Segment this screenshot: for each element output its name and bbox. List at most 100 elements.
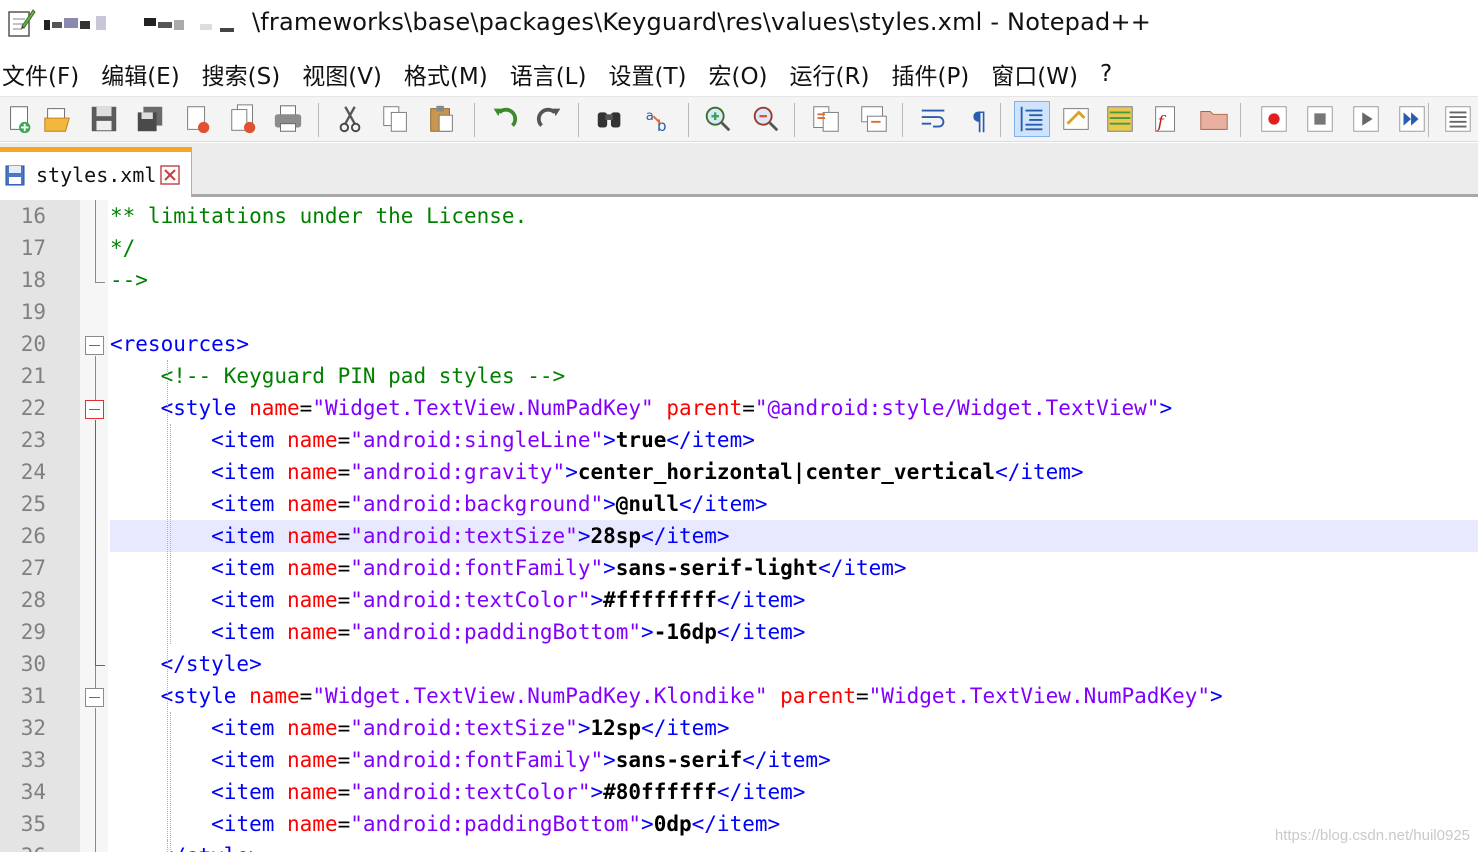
save-all-icon [137,106,163,132]
code-line[interactable]: 24 <item name="android:gravity">center_h… [0,456,1478,488]
copy-icon [383,106,407,132]
code-line[interactable]: 16 ** limitations under the License. [0,200,1478,232]
menu-format[interactable]: 格式(M) [404,57,488,91]
code-token: = [337,428,351,452]
cut-button[interactable] [332,101,368,137]
function-list-button[interactable]: f [1148,101,1184,137]
fold-toggle-style-numpadkey[interactable] [85,400,104,419]
replace-button[interactable]: ab [640,101,676,137]
zoom-out-button[interactable] [748,101,784,137]
code-line[interactable]: 33 <item name="android:fontFamily">sans-… [0,744,1478,776]
menu-window[interactable]: 窗口(W) [991,57,1078,91]
code-token: "android:textSize" [350,716,578,740]
code-token: */ [110,236,136,260]
code-token: </item> [995,460,1084,484]
code-token: name [287,460,338,484]
line-number: 25 [20,492,46,516]
close-button[interactable] [180,101,216,137]
line-number: 19 [20,300,46,324]
save-macro-button[interactable] [1440,101,1476,137]
redo-button[interactable] [532,101,568,137]
code-line[interactable]: 20 <resources> [0,328,1478,360]
new-file-button[interactable] [2,101,38,137]
save-all-button[interactable] [132,101,168,137]
code-token: > [641,620,654,644]
menu-macro[interactable]: 宏(O) [708,57,767,91]
sync-vertical-button[interactable] [808,101,844,137]
watermark: https://blog.csdn.net/huil0925 [1274,827,1470,844]
menu-edit[interactable]: 编辑(E) [101,57,179,91]
code-line[interactable]: 35 <item name="android:paddingBottom">0d… [0,808,1478,840]
indent-guide-button[interactable] [1014,101,1050,137]
code-line[interactable]: 17 */ [0,232,1478,264]
play-macro-button[interactable] [1348,101,1384,137]
menu-run[interactable]: 运行(R) [790,57,870,91]
menu-search[interactable]: 搜索(S) [202,57,281,91]
fold-toggle-style-klondike[interactable] [85,688,104,707]
code-line[interactable]: 18 --> [0,264,1478,296]
code-token: "android:textColor" [350,780,591,804]
word-wrap-icon [921,109,945,128]
code-line[interactable]: 22 <style name="Widget.TextView.NumPadKe… [0,392,1478,424]
undo-button[interactable] [486,101,522,137]
menu-settings[interactable]: 设置(T) [608,57,686,91]
code-line[interactable]: 19 [0,296,1478,328]
code-text: */ [110,232,135,264]
menu-bar: 文件(F) 编辑(E) 搜索(S) 视图(V) 格式(M) 语言(L) 设置(T) 宏(O) 运… [0,54,1478,94]
code-line[interactable]: 23 <item name="android:singleLine">true<… [0,424,1478,456]
zoom-in-button[interactable] [700,101,736,137]
tab-styles-xml[interactable]: styles.xml [0,147,192,197]
close-tab-icon[interactable] [160,164,181,185]
code-line[interactable]: 26 <item name="android:textSize">28sp</i… [0,520,1478,552]
paste-button[interactable] [424,101,460,137]
menu-plugins[interactable]: 插件(P) [891,57,969,91]
menu-file[interactable]: 文件(F) [2,57,79,91]
code-token: name [287,428,338,452]
code-line[interactable]: 27 <item name="android:fontFamily">sans-… [0,552,1478,584]
language-button[interactable] [1058,101,1094,137]
save-button[interactable] [86,101,122,137]
code-token: = [337,524,351,548]
code-token: <item [211,428,288,452]
code-token: "android:background" [350,492,604,516]
code-line[interactable]: 28 <item name="android:textColor">#fffff… [0,584,1478,616]
play-macro-icon [1353,106,1379,132]
code-token: </item> [679,492,768,516]
sync-horizontal-button[interactable] [856,101,892,137]
menu-view[interactable]: 视图(V) [302,57,382,91]
code-line[interactable]: 29 <item name="android:paddingBottom">-1… [0,616,1478,648]
code-line[interactable]: 32 <item name="android:textSize">12sp</i… [0,712,1478,744]
document-map-button[interactable] [1102,101,1138,137]
code-text: --> [110,264,148,296]
code-line[interactable]: 36 </style> [0,840,1478,852]
code-line[interactable]: 25 <item name="android:background">@null… [0,488,1478,520]
find-button[interactable] [592,101,628,137]
code-token: <item [211,492,288,516]
fold-toggle-resources[interactable] [85,336,104,355]
record-macro-button[interactable] [1256,101,1292,137]
open-file-button[interactable] [40,101,76,137]
code-editor[interactable]: 16 ** limitations under the License. 17 */1… [0,200,1478,852]
toolbar-separator [902,103,903,137]
menu-help[interactable]: ? [1100,61,1112,87]
copy-button[interactable] [378,101,414,137]
show-all-chars-button[interactable]: ¶ [962,101,998,137]
code-token: name [287,620,338,644]
svg-text:b: b [657,117,667,135]
close-all-button[interactable] [226,101,262,137]
code-line[interactable]: 34 <item name="android:textColor">#80fff… [0,776,1478,808]
code-line[interactable]: 30 </style> [0,648,1478,680]
toolbar-separator [794,103,795,137]
replace-icon: ab [646,109,667,135]
print-button[interactable] [270,101,306,137]
code-text: <style name="Widget.TextView.NumPadKey" … [110,392,1173,424]
run-macro-multiple-icon [1399,106,1425,132]
menu-language[interactable]: 语言(L) [510,57,587,91]
run-macro-multiple-button[interactable] [1394,101,1430,137]
stop-macro-button[interactable] [1302,101,1338,137]
word-wrap-button[interactable] [916,101,952,137]
fold-line [95,282,105,283]
code-line[interactable]: 21 <!-- Keyguard PIN pad styles --> [0,360,1478,392]
folder-workspace-button[interactable] [1196,101,1232,137]
code-line[interactable]: 31 <style name="Widget.TextView.NumPadKe… [0,680,1478,712]
